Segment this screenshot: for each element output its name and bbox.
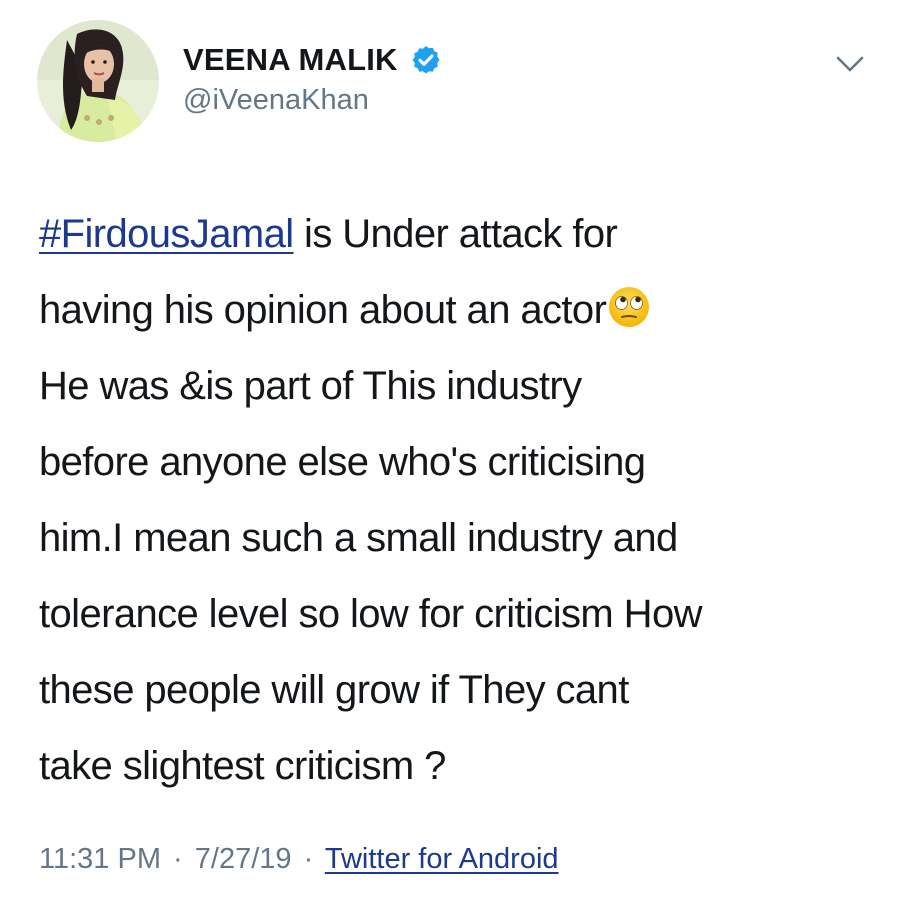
tweet-line-text: take slightest criticism ? (39, 744, 446, 788)
profile-photo-icon (37, 20, 159, 142)
meta-separator: · (303, 843, 314, 875)
tweet-line-text: him.I mean such a small industry and (39, 516, 678, 560)
tweet-line-text: having his opinion about an actor (39, 288, 607, 332)
tweet-text: #FirdousJamal is Under attack for having… (39, 196, 879, 804)
tweet-line-text: He was &is part of This industry (39, 364, 582, 408)
tweet-line: take slightest criticism ? (39, 728, 879, 804)
tweet-line-text: these people will grow if They cant (39, 668, 629, 712)
tweet-line: these people will grow if They cant (39, 652, 879, 728)
tweet-metadata: 11:31 PM · 7/27/19 · Twitter for Android (39, 843, 559, 876)
tweet-line: tolerance level so low for criticism How (39, 576, 879, 652)
author-name-row[interactable]: VEENA MALIK (183, 40, 442, 80)
chevron-down-icon[interactable] (833, 50, 867, 78)
tweet-line: before anyone else who's criticising (39, 424, 879, 500)
tweet-line: He was &is part of This industry (39, 348, 879, 424)
tweet-line-text: tolerance level so low for criticism How (39, 592, 702, 636)
author-handle[interactable]: @iVeenaKhan (183, 84, 369, 117)
rolling-eyes-emoji-icon (607, 278, 651, 327)
verified-badge-icon (410, 44, 442, 76)
hashtag-link[interactable]: #FirdousJamal (39, 212, 294, 256)
tweet-line: having his opinion about an actor (39, 272, 879, 348)
avatar[interactable] (37, 20, 159, 142)
tweet-line: him.I mean such a small industry and (39, 500, 879, 576)
meta-separator: · (173, 843, 183, 875)
tweet-date[interactable]: 7/27/19 (195, 843, 292, 875)
tweet-line-text: before anyone else who's criticising (39, 440, 646, 484)
tweet-source-link[interactable]: Twitter for Android (325, 843, 559, 875)
tweet-line: #FirdousJamal is Under attack for (39, 196, 879, 272)
tweet-line-text: is Under attack for (293, 212, 618, 256)
tweet-time[interactable]: 11:31 PM (39, 843, 161, 875)
author-display-name[interactable]: VEENA MALIK (183, 42, 398, 78)
